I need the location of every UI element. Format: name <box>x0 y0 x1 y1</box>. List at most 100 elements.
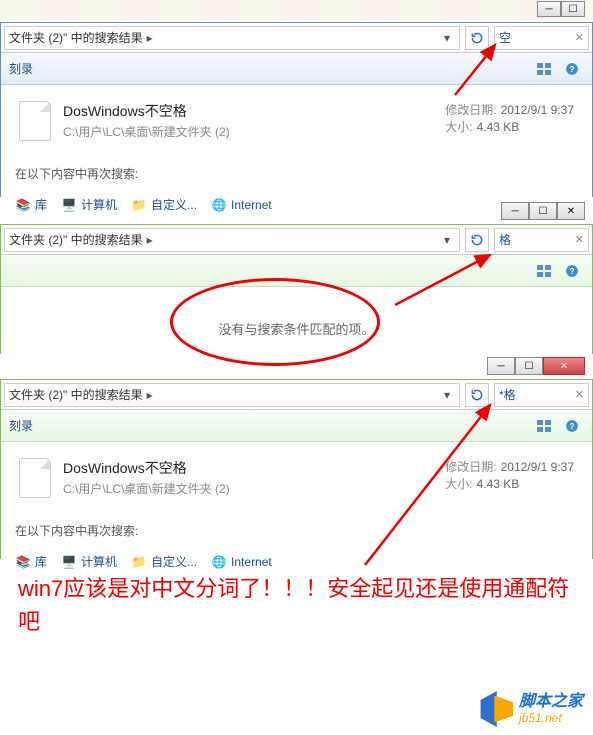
internet-link[interactable]: 🌐Internet <box>211 197 272 213</box>
computer-icon: 🖥️ <box>61 197 77 213</box>
search-again-label-3: 在以下内容中再次搜索: <box>1 514 592 547</box>
clear-search-icon[interactable]: ✕ <box>575 388 584 401</box>
computer-link[interactable]: 🖥️计算机 <box>61 553 117 570</box>
size-label: 大小: <box>445 477 472 491</box>
view-mode-button[interactable] <box>532 415 556 437</box>
breadcrumb-arrow-icon[interactable]: ▸ <box>143 31 157 45</box>
mod-date-value: 2012/9/1 9:37 <box>501 103 574 117</box>
file-icon <box>19 101 51 141</box>
footer-logo: 脚本之家 jb51.net <box>477 691 583 727</box>
breadcrumb-arrow-icon[interactable]: ▸ <box>143 233 157 247</box>
view-icon <box>536 419 552 433</box>
addressbar-2: 文件夹 (2)" 中的搜索结果 ▸ ▾ ✕ <box>1 225 592 255</box>
toolbar-burn-label[interactable]: 刻录 <box>9 417 33 434</box>
close-button[interactable]: ✕ <box>543 357 585 375</box>
minimize-button[interactable]: ─ <box>501 202 529 220</box>
breadcrumb-arrow-icon[interactable]: ▸ <box>143 388 157 402</box>
search-box-3[interactable]: ✕ <box>494 383 589 407</box>
help-button[interactable]: ? <box>560 58 584 80</box>
breadcrumb-1[interactable]: 文件夹 (2)" 中的搜索结果 ▸ ▾ <box>4 26 460 50</box>
folder-icon: 📁 <box>131 554 147 570</box>
file-path: C:\用户\LC\桌面\新建文件夹 (2) <box>63 480 445 497</box>
mod-date-label: 修改日期: <box>445 460 496 474</box>
search-again-label-1: 在以下内容中再次搜索: <box>1 157 592 190</box>
help-button[interactable]: ? <box>560 260 584 282</box>
logo-icon <box>477 691 513 727</box>
toolbar-3: 刻录 ? <box>1 410 592 442</box>
addressbar-3: 文件夹 (2)" 中的搜索结果 ▸ ▾ ✕ <box>1 380 592 410</box>
mod-date-value: 2012/9/1 9:37 <box>501 460 574 474</box>
toolbar-1: 刻录 ? <box>1 53 592 85</box>
toolbar-burn-label[interactable]: 刻录 <box>9 60 33 77</box>
view-icon <box>536 264 552 278</box>
maximize-button[interactable]: ☐ <box>529 202 557 220</box>
svg-text:?: ? <box>570 266 575 275</box>
logo-brand: 脚本之家 <box>519 693 583 711</box>
libraries-link[interactable]: 📚库 <box>15 196 47 213</box>
file-name: DosWindows不空格 <box>63 458 445 478</box>
file-row[interactable]: DosWindows不空格 C:\用户\LC\桌面\新建文件夹 (2) 修改日期… <box>19 95 574 147</box>
panel3-window-controls: ─ ☐ ✕ <box>487 357 585 375</box>
breadcrumb-text: 文件夹 (2)" 中的搜索结果 <box>9 231 143 248</box>
internet-link[interactable]: 🌐Internet <box>211 554 272 570</box>
view-mode-button[interactable] <box>532 58 556 80</box>
breadcrumb-text: 文件夹 (2)" 中的搜索结果 <box>9 29 143 46</box>
logo-domain: jb51.net <box>519 711 583 725</box>
view-mode-button[interactable] <box>532 260 556 282</box>
file-row[interactable]: DosWindows不空格 C:\用户\LC\桌面\新建文件夹 (2) 修改日期… <box>19 452 574 504</box>
breadcrumb-dropdown-icon[interactable]: ▾ <box>439 31 455 45</box>
size-label: 大小: <box>445 120 472 134</box>
help-button[interactable]: ? <box>560 415 584 437</box>
computer-link[interactable]: 🖥️计算机 <box>61 196 117 213</box>
file-name: DosWindows不空格 <box>63 101 445 121</box>
bg-maximize-button[interactable]: ☐ <box>561 1 585 17</box>
view-icon <box>536 62 552 76</box>
file-list-1: DosWindows不空格 C:\用户\LC\桌面\新建文件夹 (2) 修改日期… <box>1 85 592 157</box>
search-input-1[interactable] <box>499 31 569 45</box>
annotation-text: win7应该是对中文分词了！！！安全起见还是使用通配符吧 <box>18 572 573 638</box>
breadcrumb-2[interactable]: 文件夹 (2)" 中的搜索结果 ▸ ▾ <box>4 228 460 252</box>
explorer-panel-1: 文件夹 (2)" 中的搜索结果 ▸ ▾ ✕ 刻录 ? DosWindows不空格 <box>0 22 593 197</box>
clear-search-icon[interactable]: ✕ <box>575 31 584 44</box>
custom-link[interactable]: 📁自定义... <box>131 553 197 570</box>
libraries-icon: 📚 <box>15 554 31 570</box>
bg-window-controls: ─ ☐ <box>537 1 585 17</box>
search-box-1[interactable]: ✕ <box>494 26 589 50</box>
clear-search-icon[interactable]: ✕ <box>575 233 584 246</box>
size-value: 4.43 KB <box>477 477 520 491</box>
folder-icon: 📁 <box>131 197 147 213</box>
minimize-button[interactable]: ─ <box>487 357 515 375</box>
file-list-3: DosWindows不空格 C:\用户\LC\桌面\新建文件夹 (2) 修改日期… <box>1 442 592 514</box>
help-icon: ? <box>565 419 579 433</box>
help-icon: ? <box>565 62 579 76</box>
refresh-icon <box>470 233 484 247</box>
breadcrumb-dropdown-icon[interactable]: ▾ <box>439 388 455 402</box>
breadcrumb-dropdown-icon[interactable]: ▾ <box>439 233 455 247</box>
explorer-panel-3: 文件夹 (2)" 中的搜索结果 ▸ ▾ ✕ 刻录 ? DosWindows不空格… <box>0 379 593 559</box>
background-strip <box>0 0 593 20</box>
maximize-button[interactable]: ☐ <box>515 357 543 375</box>
svg-text:?: ? <box>570 421 575 430</box>
panel2-window-controls: ─ ☐ ✕ <box>501 202 585 220</box>
size-value: 4.43 KB <box>477 120 520 134</box>
file-icon <box>19 458 51 498</box>
search-box-2[interactable]: ✕ <box>494 228 589 252</box>
libraries-link[interactable]: 📚库 <box>15 553 47 570</box>
internet-icon: 🌐 <box>211 197 227 213</box>
refresh-button[interactable] <box>465 26 489 50</box>
libraries-icon: 📚 <box>15 197 31 213</box>
refresh-button[interactable] <box>465 383 489 407</box>
bg-minimize-button[interactable]: ─ <box>537 1 561 17</box>
refresh-icon <box>470 388 484 402</box>
refresh-button[interactable] <box>465 228 489 252</box>
mod-date-label: 修改日期: <box>445 103 496 117</box>
refresh-icon <box>470 31 484 45</box>
breadcrumb-3[interactable]: 文件夹 (2)" 中的搜索结果 ▸ ▾ <box>4 383 460 407</box>
search-input-3[interactable] <box>499 388 569 402</box>
search-input-2[interactable] <box>499 233 569 247</box>
help-icon: ? <box>565 264 579 278</box>
explorer-panel-2: 文件夹 (2)" 中的搜索结果 ▸ ▾ ✕ ? 没有与搜索条件匹配的项。 <box>0 224 593 354</box>
toolbar-2: ? <box>1 255 592 287</box>
custom-link[interactable]: 📁自定义... <box>131 196 197 213</box>
close-button[interactable]: ✕ <box>557 202 585 220</box>
